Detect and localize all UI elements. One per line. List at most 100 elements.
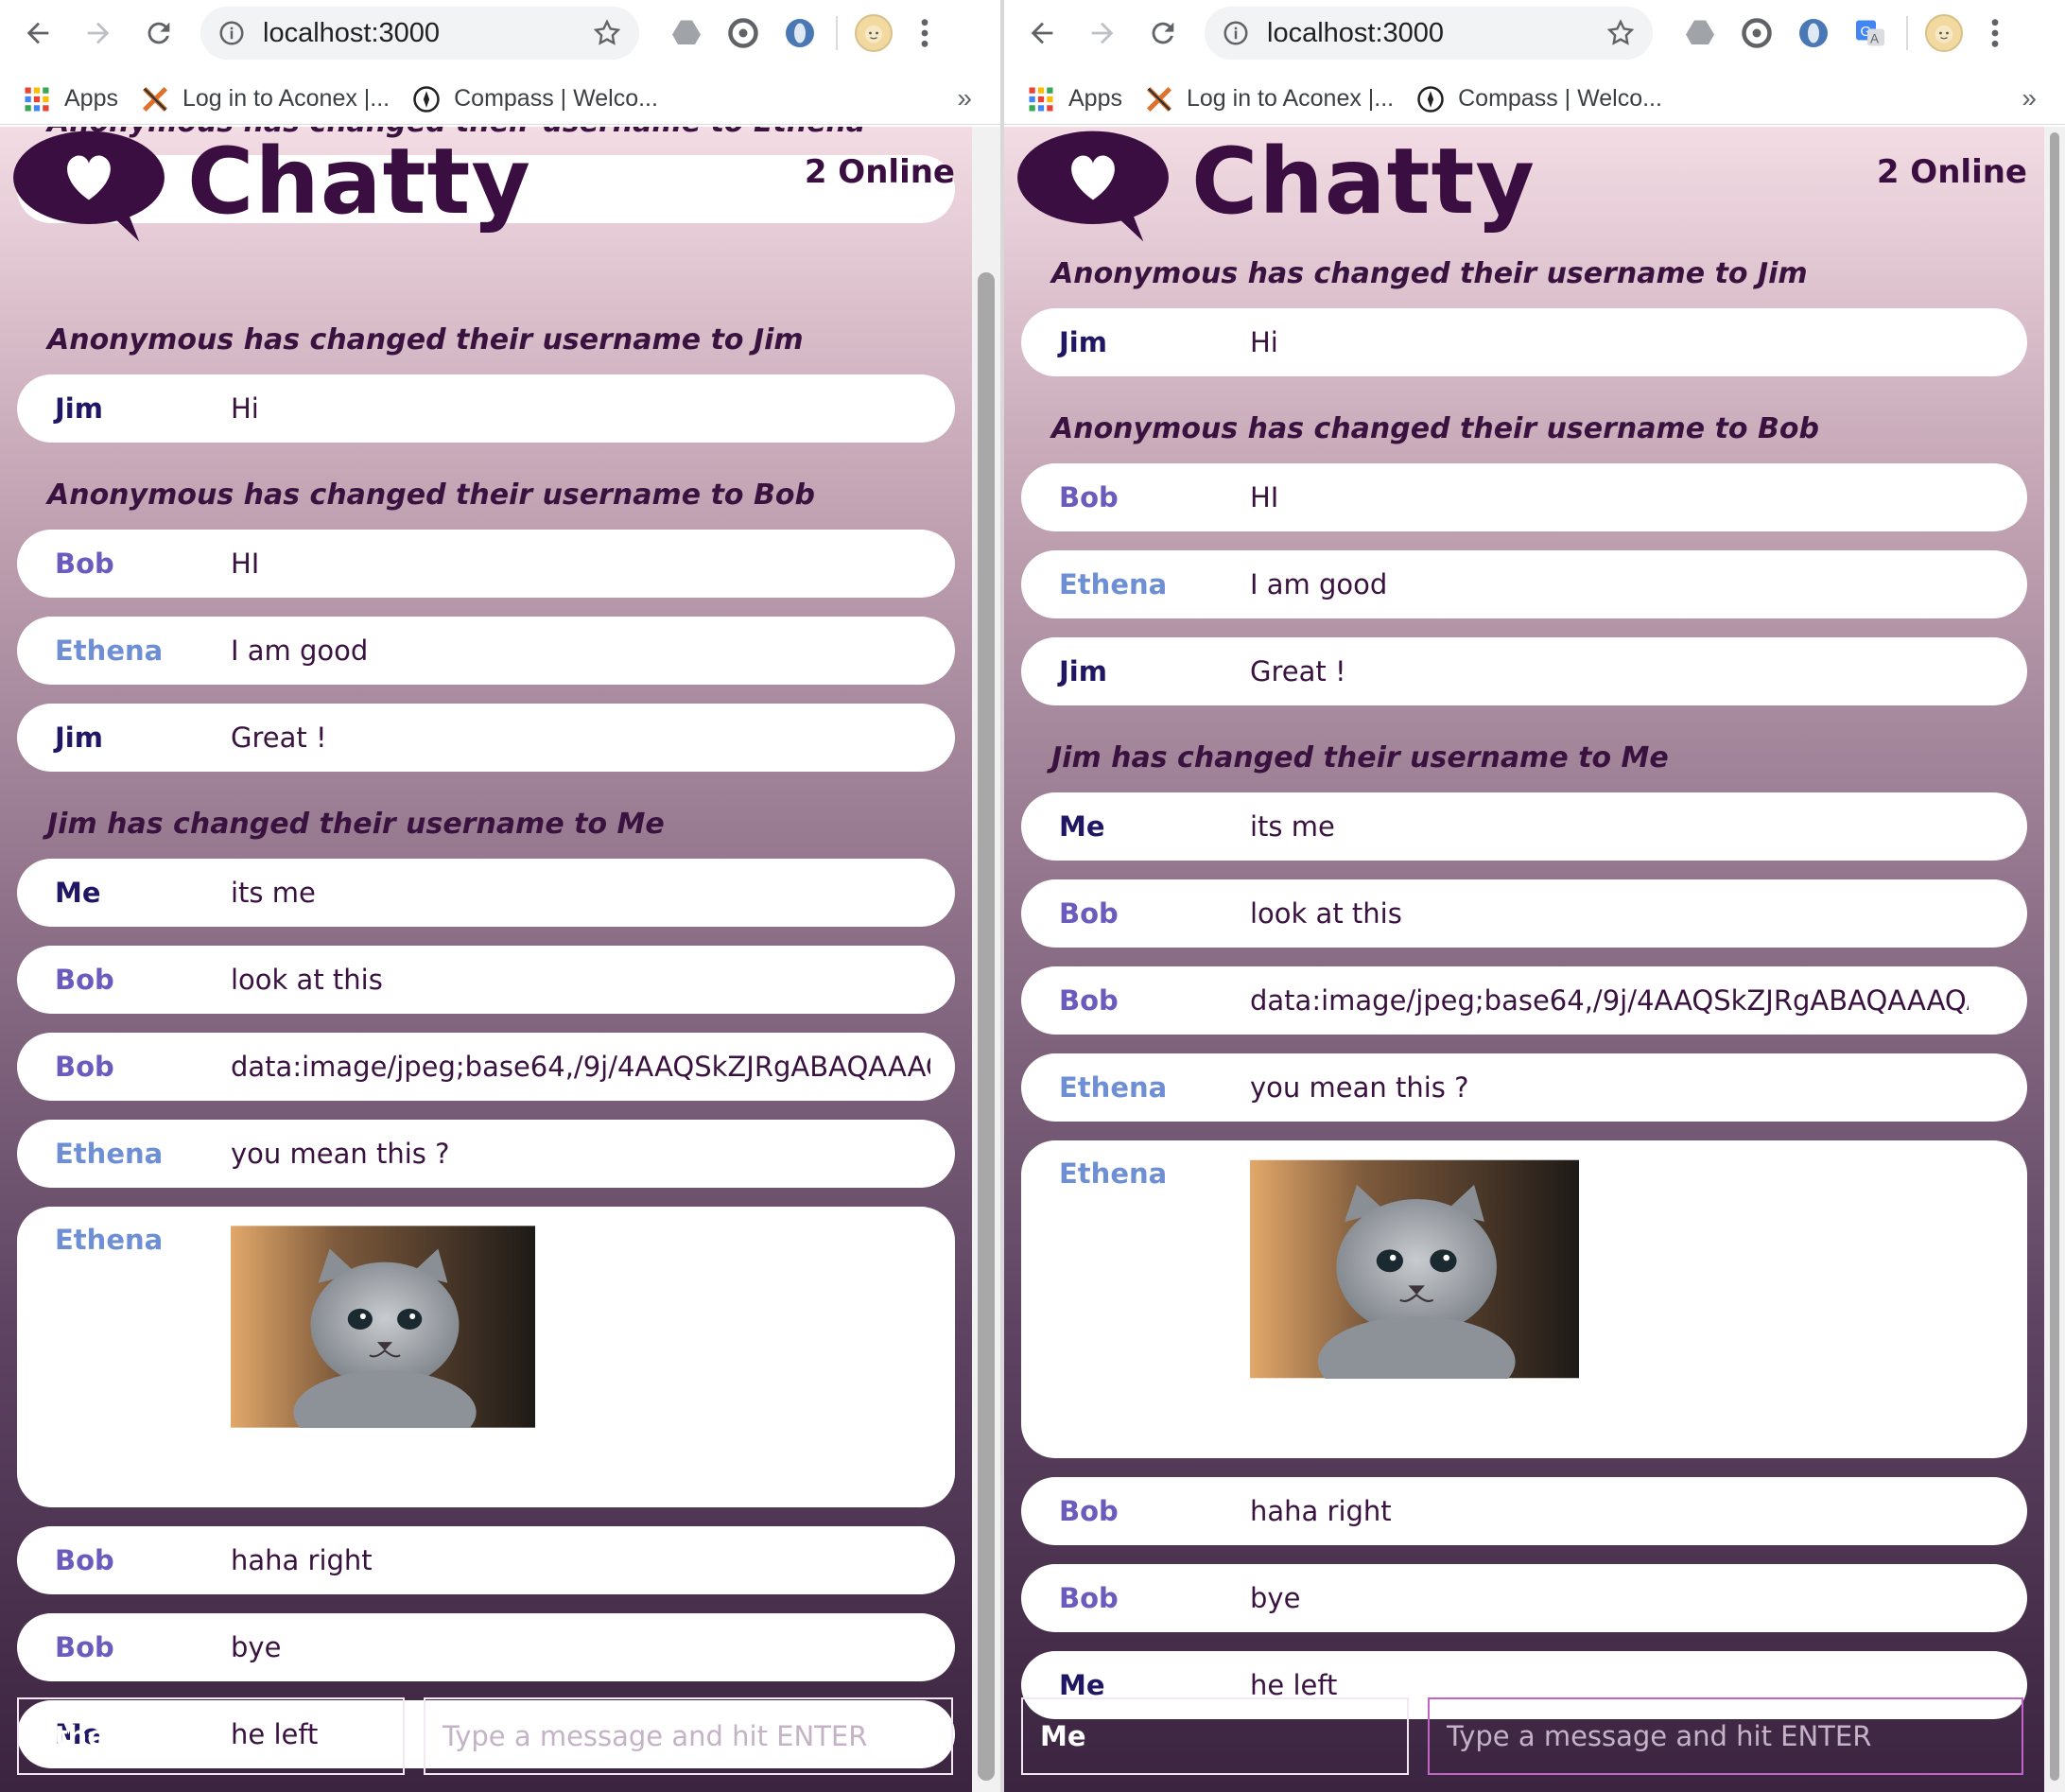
message-text: its me	[231, 877, 316, 909]
page-scrollbar[interactable]	[2044, 127, 2065, 1792]
message-text: you mean this ?	[1250, 1071, 1469, 1104]
message-text: I am good	[231, 635, 369, 667]
message-username: Bob	[1059, 1582, 1119, 1614]
message-input[interactable]	[424, 1697, 953, 1775]
reload-icon	[148, 22, 170, 44]
message-text: data:image/jpeg;base64,/9j/4AAQSkZJRgABA…	[231, 1051, 930, 1083]
page-scrollbar[interactable]	[972, 127, 1000, 1792]
apps-grid-icon	[25, 87, 49, 111]
heart-speech-bubble-icon	[1017, 130, 1169, 242]
info-icon	[1223, 21, 1248, 45]
bookmarks-overflow-button[interactable]: »	[957, 83, 972, 113]
bookmark-apps[interactable]: Apps	[23, 85, 118, 113]
system-notification: Jim has changed their username to Me	[47, 808, 665, 841]
message-username: Me	[55, 877, 101, 909]
extension-opera-icon[interactable]	[1785, 0, 1842, 66]
chat-navbar: Chatty 2 Online	[1017, 129, 2027, 242]
chat-message: Bob haha right	[17, 1526, 955, 1594]
online-count: 2 Online	[804, 153, 955, 191]
svg-text:A: A	[1870, 32, 1879, 46]
chat-message: Bob data:image/jpeg;base64,/9j/4AAQSkZJRg…	[1021, 966, 2027, 1035]
message-text: its me	[1250, 810, 1335, 843]
message-text: haha right	[1250, 1495, 1392, 1527]
message-username: Ethena	[55, 635, 164, 667]
browser-window-left: localhost:3000 Apps Log in to Aconex |..…	[0, 0, 1000, 1792]
bookmark-aconex[interactable]: Log in to Aconex |...	[1145, 85, 1394, 113]
address-bar[interactable]: localhost:3000	[200, 7, 639, 60]
chat-message: Jim Hi	[17, 374, 955, 443]
message-image-wrapper	[1250, 1140, 1579, 1379]
compass-icon	[413, 85, 440, 113]
message-username: Bob	[55, 1051, 114, 1083]
back-button[interactable]	[8, 0, 68, 66]
scrollbar-thumb[interactable]	[2050, 132, 2059, 1781]
profile-face-icon	[864, 25, 883, 43]
arrow-right-icon	[1091, 22, 1114, 44]
translate-extension-icon[interactable]: GA	[1842, 0, 1899, 66]
bookmark-aconex[interactable]: Log in to Aconex |...	[141, 85, 390, 113]
forward-button[interactable]	[1072, 0, 1133, 66]
browser-menu-button[interactable]	[1972, 0, 2018, 66]
reload-button[interactable]	[1133, 0, 1193, 66]
toolbar-separator	[836, 16, 838, 50]
message-text: data:image/jpeg;base64,/9j/4AAQSkZJRgABA…	[1250, 984, 1969, 1017]
chat-composer	[1004, 1679, 2044, 1792]
message-username: Ethena	[1059, 568, 1168, 600]
message-input[interactable]	[1428, 1697, 2023, 1775]
chat-message: Jim Great !	[17, 704, 955, 772]
bookmarks-overflow-button[interactable]: »	[2022, 83, 2037, 113]
kitten-photo[interactable]	[231, 1226, 535, 1428]
browser-menu-button[interactable]	[902, 0, 947, 66]
message-text: Hi	[231, 392, 259, 425]
kitten-photo[interactable]	[1250, 1159, 1579, 1379]
arrow-left-icon	[1031, 22, 1053, 44]
chat-message: Me its me	[1021, 792, 2027, 861]
drive-extension-icon[interactable]	[658, 0, 715, 66]
bookmark-compass[interactable]: Compass | Welco...	[412, 85, 658, 113]
bookmark-apps[interactable]: Apps	[1027, 85, 1122, 113]
message-username: Bob	[55, 548, 114, 580]
arrow-left-icon	[26, 22, 49, 44]
chat-message: Ethena I am good	[17, 617, 955, 685]
message-username: Ethena	[1059, 1157, 1168, 1190]
username-input[interactable]	[17, 1697, 405, 1775]
extension-ring-icon[interactable]	[1728, 0, 1785, 66]
aconex-x-icon	[1146, 86, 1172, 112]
message-username: Bob	[1059, 481, 1119, 513]
message-text: I am good	[1250, 568, 1388, 600]
heart-speech-bubble-icon	[13, 130, 165, 242]
info-icon	[219, 21, 244, 45]
message-text: HI	[1250, 481, 1279, 513]
message-username: Bob	[1059, 984, 1119, 1017]
back-button[interactable]	[1012, 0, 1072, 66]
bookmark-label: Compass | Welco...	[454, 85, 658, 112]
message-text: bye	[1250, 1582, 1301, 1614]
bookmark-star-icon[interactable]	[1605, 18, 1636, 48]
app-brand[interactable]: Chatty	[187, 129, 531, 235]
bookmark-label: Apps	[1068, 85, 1122, 112]
bookmark-star-icon[interactable]	[592, 18, 622, 48]
scrollbar-thumb[interactable]	[978, 272, 995, 1781]
extension-ring-icon[interactable]	[715, 0, 772, 66]
bookmark-compass[interactable]: Compass | Welco...	[1416, 85, 1662, 113]
drive-extension-icon[interactable]	[1672, 0, 1728, 66]
message-text: haha right	[231, 1544, 373, 1576]
online-count: 2 Online	[1876, 153, 2027, 191]
system-notification: Jim has changed their username to Me	[1051, 741, 1669, 774]
message-text: look at this	[1250, 897, 1402, 930]
profile-avatar-button[interactable]	[1916, 0, 1972, 66]
message-username: Bob	[55, 1631, 114, 1663]
forward-button[interactable]	[68, 0, 129, 66]
address-bar[interactable]: localhost:3000	[1205, 7, 1653, 60]
url-text: localhost:3000	[1267, 17, 1445, 48]
extension-opera-icon[interactable]	[772, 0, 828, 66]
profile-avatar-button[interactable]	[845, 0, 902, 66]
bookmark-label: Log in to Aconex |...	[1186, 85, 1395, 112]
chat-message: Bob look at this	[1021, 879, 2027, 948]
message-username: Jim	[1059, 326, 1107, 358]
username-input[interactable]	[1021, 1697, 1409, 1775]
message-username: Bob	[55, 964, 114, 996]
reload-button[interactable]	[129, 0, 189, 66]
app-brand[interactable]: Chatty	[1191, 129, 1536, 235]
chat-message: Bob haha right	[1021, 1477, 2027, 1545]
